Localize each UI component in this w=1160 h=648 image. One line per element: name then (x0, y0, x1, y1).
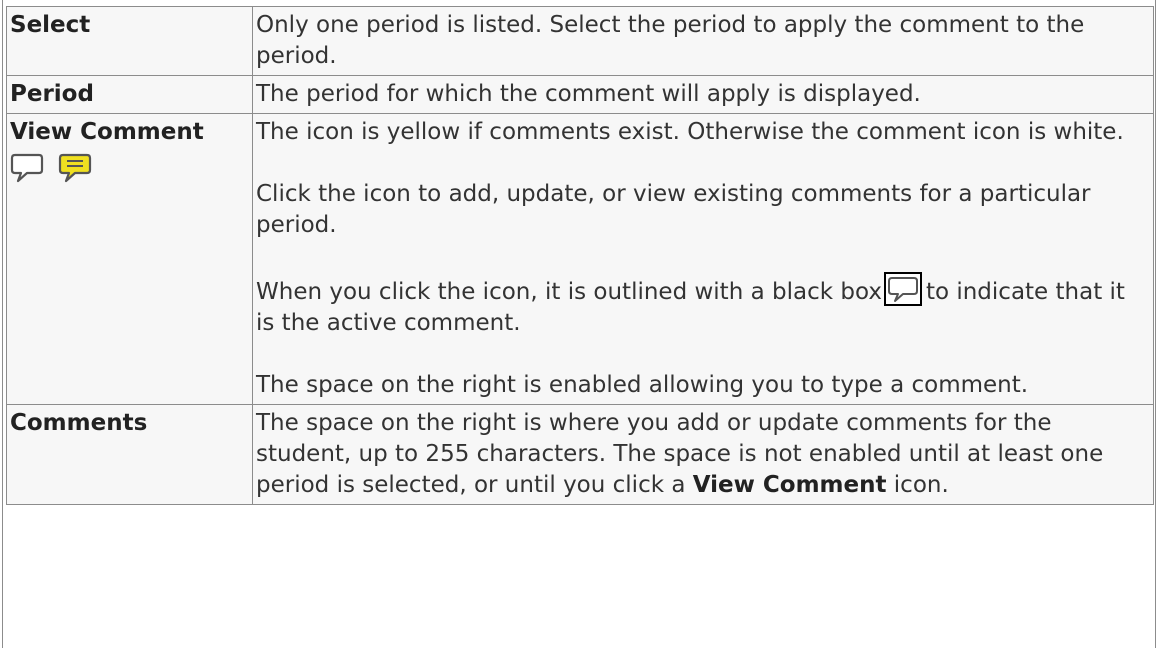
comment-yellow-icon (58, 153, 92, 183)
comment-outlined-icon (883, 272, 922, 306)
desc-view-comment-p3: When you click the icon, it is outlined … (256, 272, 1149, 339)
term-view-comment-cell: View Comment (6, 113, 253, 405)
page-border-right (1155, 0, 1156, 648)
desc-view-comment-p2: Click the icon to add, update, or view e… (256, 181, 1091, 238)
table-row: View Comment The icon is yellow if comme… (6, 113, 1154, 405)
desc-select-text: Only one period is listed. Select the pe… (256, 12, 1085, 69)
term-comments: Comments (6, 404, 253, 505)
desc-period-text: The period for which the comment will ap… (256, 81, 921, 107)
desc-view-comment-p1: The icon is yellow if comments exist. Ot… (256, 119, 1124, 145)
table-row: Select Only one period is listed. Select… (6, 6, 1154, 76)
page-border-left (2, 0, 3, 648)
table-row: Comments The space on the right is where… (6, 404, 1154, 505)
desc-comments-before: The space on the right is where you add … (256, 410, 1104, 498)
desc-view-comment-p3-before: When you click the icon, it is outlined … (256, 279, 882, 305)
term-period: Period (6, 75, 253, 114)
comment-icons (10, 152, 248, 186)
table-row: Period The period for which the comment … (6, 75, 1154, 114)
desc-comments-bold: View Comment (692, 472, 887, 498)
desc-view-comment: The icon is yellow if comments exist. Ot… (252, 113, 1154, 405)
desc-period: The period for which the comment will ap… (252, 75, 1154, 114)
desc-view-comment-p4: The space on the right is enabled allowi… (256, 372, 1029, 398)
term-select: Select (6, 6, 253, 76)
term-view-comment: View Comment (10, 119, 204, 145)
field-definitions-table: Select Only one period is listed. Select… (6, 6, 1154, 505)
desc-comments-after: icon. (893, 472, 949, 498)
desc-comments: The space on the right is where you add … (252, 404, 1154, 505)
comment-white-icon (10, 153, 44, 183)
desc-comments-text: The space on the right is where you add … (256, 408, 1149, 501)
desc-select: Only one period is listed. Select the pe… (252, 6, 1154, 76)
